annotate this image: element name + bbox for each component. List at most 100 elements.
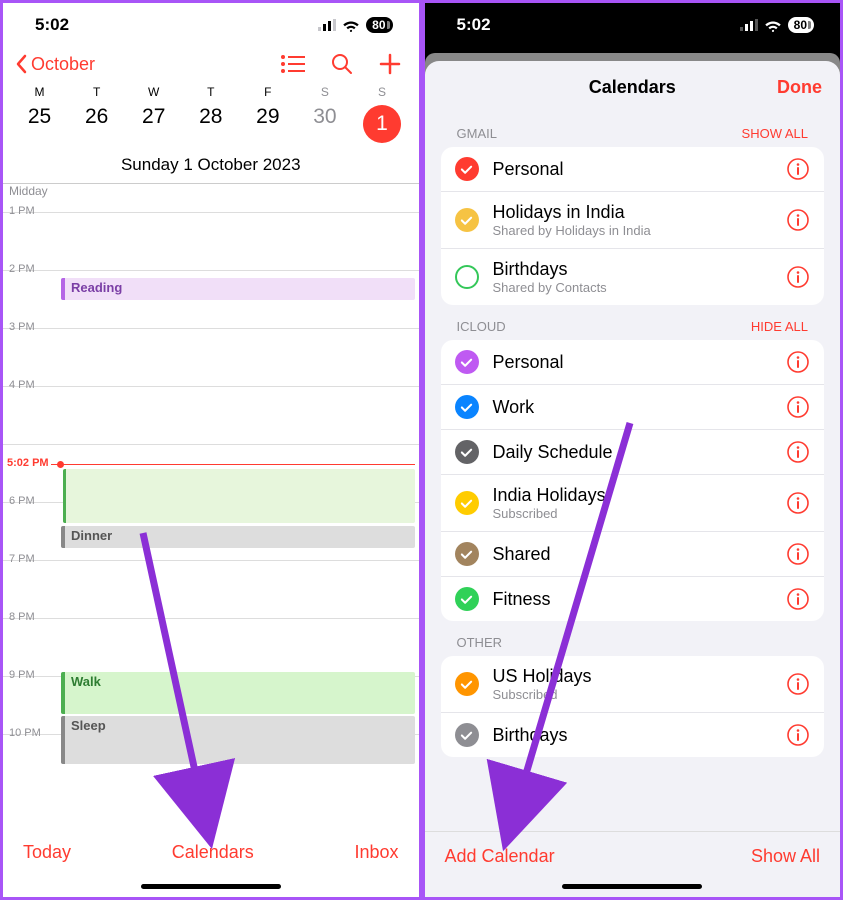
info-icon[interactable]: [786, 350, 810, 374]
weekday: S: [353, 85, 410, 103]
calendar-checkbox[interactable]: [455, 542, 479, 566]
info-icon[interactable]: [786, 157, 810, 181]
section-action[interactable]: HIDE ALL: [751, 319, 808, 334]
status-icons: 80: [318, 17, 392, 33]
search-button[interactable]: [331, 53, 353, 75]
calendars-sheet: Calendars Done GMAILSHOW ALL Personal Holi…: [425, 61, 841, 897]
date-selected[interactable]: 1: [353, 105, 410, 143]
battery-icon: 80: [788, 17, 814, 33]
inbox-button[interactable]: Inbox: [354, 842, 398, 863]
sheet-header: Calendars Done: [425, 61, 841, 112]
today-button[interactable]: Today: [23, 842, 71, 863]
calendar-item[interactable]: Fitness: [441, 576, 825, 621]
now-indicator-line: [51, 464, 415, 465]
midday-label: Midday: [9, 184, 48, 198]
calendar-list-gmail: Personal Holidays in IndiaShared by Holid…: [441, 147, 825, 305]
calendar-list-other: US HolidaysSubscribed Birthdays: [441, 656, 825, 757]
calendar-name: India Holidays: [493, 485, 773, 506]
calendar-text: Birthdays: [493, 725, 773, 746]
weekday: F: [239, 85, 296, 103]
calendar-item[interactable]: Shared: [441, 531, 825, 576]
hour-label: 6 PM: [9, 495, 35, 507]
home-indicator[interactable]: [141, 884, 281, 889]
calendar-text: Holidays in IndiaShared by Holidays in I…: [493, 202, 773, 238]
section-label: OTHER: [457, 635, 503, 650]
info-icon[interactable]: [786, 723, 810, 747]
calendar-checkbox[interactable]: [455, 208, 479, 232]
calendars-button[interactable]: Calendars: [172, 842, 254, 863]
calendar-checkbox[interactable]: [455, 491, 479, 515]
weekday: T: [182, 85, 239, 103]
list-icon: [281, 55, 305, 73]
info-icon[interactable]: [786, 587, 810, 611]
cellular-icon: [318, 19, 336, 31]
info-icon[interactable]: [786, 542, 810, 566]
calendar-checkbox[interactable]: [455, 265, 479, 289]
date[interactable]: 28: [182, 105, 239, 143]
home-indicator[interactable]: [562, 884, 702, 889]
date[interactable]: 30: [296, 105, 353, 143]
info-icon[interactable]: [786, 491, 810, 515]
add-calendar-button[interactable]: Add Calendar: [445, 846, 555, 867]
info-icon[interactable]: [786, 395, 810, 419]
calendar-item[interactable]: Daily Schedule: [441, 429, 825, 474]
calendar-item[interactable]: Personal: [441, 147, 825, 191]
calendar-checkbox[interactable]: [455, 395, 479, 419]
event-dinner[interactable]: Dinner: [61, 526, 415, 548]
weekday: T: [68, 85, 125, 103]
add-event-button[interactable]: [379, 53, 401, 75]
calendar-item[interactable]: BirthdaysShared by Contacts: [441, 248, 825, 305]
calendar-checkbox[interactable]: [455, 157, 479, 181]
section-header-gmail: GMAILSHOW ALL: [425, 112, 841, 147]
calendar-item[interactable]: Birthdays: [441, 712, 825, 757]
calendar-item[interactable]: Holidays in IndiaShared by Holidays in I…: [441, 191, 825, 248]
calendar-checkbox[interactable]: [455, 440, 479, 464]
back-button[interactable]: October: [15, 54, 95, 75]
list-view-button[interactable]: [281, 55, 305, 73]
calendar-subtitle: Shared by Holidays in India: [493, 223, 773, 238]
weekday-row: M T W T F S S: [3, 85, 419, 103]
hour-label: 9 PM: [9, 669, 35, 681]
date[interactable]: 27: [125, 105, 182, 143]
calendar-item[interactable]: US HolidaysSubscribed: [441, 656, 825, 712]
cellular-icon: [740, 19, 758, 31]
section-action[interactable]: SHOW ALL: [742, 126, 808, 141]
now-indicator-dot: [57, 461, 64, 468]
chevron-left-icon: [15, 54, 27, 74]
info-icon[interactable]: [786, 440, 810, 464]
hour-label: 4 PM: [9, 379, 35, 391]
info-icon[interactable]: [786, 208, 810, 232]
weekday: W: [125, 85, 182, 103]
event-walk[interactable]: Walk: [61, 672, 415, 714]
calendar-item[interactable]: Work: [441, 384, 825, 429]
calendar-name: US Holidays: [493, 666, 773, 687]
event-block[interactable]: [63, 469, 415, 523]
calendar-item[interactable]: Personal: [441, 340, 825, 384]
date[interactable]: 26: [68, 105, 125, 143]
selected-date-title: Sunday 1 October 2023: [3, 151, 419, 184]
done-button[interactable]: Done: [777, 77, 822, 98]
calendar-subtitle: Subscribed: [493, 506, 773, 521]
wifi-icon: [342, 19, 360, 32]
hour-label: 2 PM: [9, 263, 35, 275]
status-icons: 80: [740, 17, 814, 33]
date[interactable]: 29: [239, 105, 296, 143]
show-all-button[interactable]: Show All: [751, 846, 820, 867]
calendar-checkbox[interactable]: [455, 723, 479, 747]
calendar-text: Personal: [493, 159, 773, 180]
calendar-checkbox[interactable]: [455, 587, 479, 611]
calendar-checkbox[interactable]: [455, 672, 479, 696]
info-icon[interactable]: [786, 672, 810, 696]
hour-label: 10 PM: [9, 727, 41, 739]
calendar-item[interactable]: India HolidaysSubscribed: [441, 474, 825, 531]
calendar-checkbox[interactable]: [455, 350, 479, 374]
schedule-view[interactable]: Midday 1 PM 2 PM 3 PM 4 PM 6 PM 7 PM 8 P…: [3, 184, 419, 796]
calendar-text: India HolidaysSubscribed: [493, 485, 773, 521]
calendar-list-icloud: PersonalWorkDaily Schedule India Holidays…: [441, 340, 825, 621]
event-reading[interactable]: Reading: [61, 278, 415, 300]
date[interactable]: 25: [11, 105, 68, 143]
sheet-body[interactable]: GMAILSHOW ALL Personal Holidays in IndiaSh…: [425, 112, 841, 831]
calendar-text: Shared: [493, 544, 773, 565]
event-sleep[interactable]: Sleep: [61, 716, 415, 764]
info-icon[interactable]: [786, 265, 810, 289]
